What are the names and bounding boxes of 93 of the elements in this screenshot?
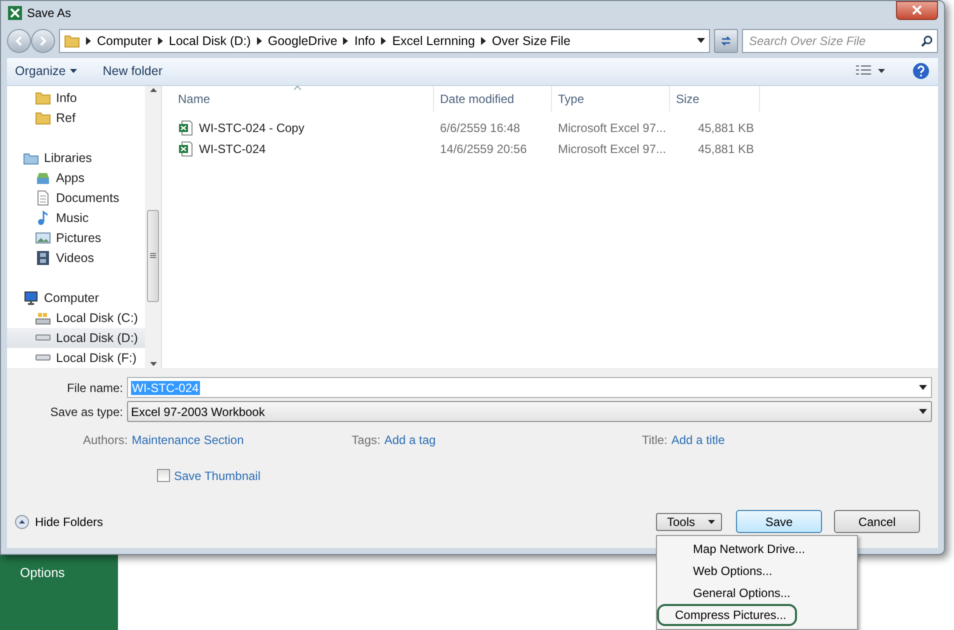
file-name: WI-STC-024 [172, 141, 434, 158]
search-icon [921, 34, 933, 47]
field-label: Authors: [83, 432, 128, 447]
save-button[interactable]: Save [736, 510, 822, 534]
back-button[interactable] [7, 28, 31, 53]
dropdown-arrow-icon [919, 385, 927, 390]
document-icon [35, 190, 51, 206]
grip-icon [150, 253, 156, 258]
spreadsheet-file-icon [178, 120, 194, 136]
field-label: File name: [66, 380, 124, 395]
forward-button[interactable] [31, 28, 55, 53]
nav-item[interactable]: Info [7, 88, 145, 108]
nav-item[interactable]: Libraries [7, 148, 145, 168]
tools-button[interactable]: Tools [656, 512, 722, 531]
nav-item[interactable]: Local Disk (D:) [7, 328, 145, 348]
metadata-link[interactable]: Add a tag [384, 432, 436, 447]
address-bar[interactable]: Computer Local Disk (D:) GoogleDrive Info Excel Lernning Over Size File [59, 28, 710, 53]
drive-icon [35, 334, 51, 342]
help-icon[interactable] [912, 62, 930, 80]
table-cell-text: 45,881 KB [696, 121, 755, 136]
dropdown-arrow-icon [919, 409, 927, 414]
column-header[interactable]: Name [172, 86, 434, 112]
caret-icon [708, 520, 715, 524]
nav-item[interactable]: Documents [7, 188, 145, 208]
nav-item[interactable]: Local Disk (C:) [7, 308, 145, 328]
folder-icon [35, 110, 51, 126]
drive-icon [35, 354, 51, 362]
folder-icon [35, 90, 51, 106]
nav-item[interactable]: Computer [7, 288, 145, 308]
table-cell-text: Microsoft Excel 97... [557, 142, 668, 156]
column-header[interactable]: Size [670, 86, 760, 112]
refresh-button[interactable] [714, 28, 738, 53]
table-cell-text: 45,881 KB [696, 142, 755, 156]
column-header[interactable]: Type [552, 86, 670, 112]
chevron-right-icon [343, 36, 348, 45]
spreadsheet-app-icon [7, 4, 23, 21]
breadcrumb-item[interactable]: GoogleDrive [268, 34, 338, 48]
breadcrumb-item[interactable]: Computer [97, 34, 152, 48]
computer-icon [23, 290, 39, 306]
breadcrumb-item[interactable]: Excel Lernning [392, 34, 475, 48]
metadata-link[interactable]: Add a title [671, 432, 725, 447]
refresh-icon [719, 34, 733, 48]
file-row[interactable]: WI-STC-024 - Copy 6/6/2559 16:48 Microsoft Excel 97... 45,881 KB [162, 118, 938, 139]
folder-icon [64, 32, 80, 49]
breadcrumb-item[interactable]: Local Disk (D:) [168, 34, 251, 48]
field-label: Save as type: [49, 404, 124, 419]
menu-item[interactable]: General Options... [673, 582, 841, 604]
view-options-icon[interactable] [856, 65, 886, 78]
close-button[interactable] [896, 0, 938, 20]
nav-item[interactable]: Pictures [7, 228, 145, 248]
file-type-dropdown[interactable]: Excel 97-2003 Workbook [127, 401, 932, 422]
chevron-right-icon [480, 36, 486, 45]
chevron-right-icon [86, 36, 91, 45]
dropdown-arrow-icon[interactable] [697, 38, 705, 44]
menu-item[interactable]: Compress Pictures... [657, 604, 797, 626]
checkbox[interactable] [157, 469, 170, 482]
new-folder-button[interactable]: New folder [102, 64, 162, 78]
breadcrumb-item[interactable]: Info [354, 34, 376, 48]
menu-item[interactable]: Map Network Drive... [673, 538, 841, 560]
column-header[interactable]: Date modified [434, 86, 552, 112]
table-cell-text: Microsoft Excel 97... [557, 121, 668, 136]
music-note-icon [35, 210, 51, 226]
chevron-right-icon [256, 36, 262, 45]
nav-item[interactable]: Ref [7, 108, 145, 128]
backstage-menu-item[interactable]: Options [20, 565, 118, 580]
picture-icon [35, 230, 51, 246]
field-label: Tags: [352, 432, 380, 447]
search-field[interactable]: Search Over Size File [742, 28, 938, 53]
film-icon [35, 250, 51, 266]
metadata-link[interactable]: Maintenance Section [132, 432, 244, 447]
file-name: WI-STC-024 - Copy [172, 120, 434, 136]
hide-folders-button[interactable]: Hide Folders [15, 514, 104, 529]
close-icon [912, 5, 922, 16]
window-title: Save As [27, 6, 72, 20]
field-label: Title: [642, 432, 668, 447]
chevron-right-icon [381, 36, 386, 45]
menu-item[interactable]: Web Options... [673, 560, 841, 582]
nav-item[interactable]: Music [7, 208, 145, 228]
caret-icon [70, 69, 77, 74]
nav-item[interactable]: Local Disk (F:) [7, 348, 145, 368]
nav-item[interactable]: Videos [7, 248, 145, 268]
cancel-button[interactable]: Cancel [834, 510, 920, 534]
organize-button[interactable]: Organize [15, 64, 77, 78]
scrollbar[interactable] [145, 86, 161, 368]
file-row[interactable]: WI-STC-024 14/6/2559 20:56 Microsoft Excel 97... 45,881 KB [162, 138, 938, 160]
chevron-right-icon [158, 36, 163, 45]
table-cell-text: 6/6/2559 16:48 [439, 121, 522, 136]
table-cell-text: 14/6/2559 20:56 [439, 142, 528, 156]
checkbox-label[interactable]: Save Thumbnail [174, 468, 260, 483]
collapse-icon [15, 514, 29, 529]
nav-item[interactable]: Apps [7, 168, 145, 188]
breadcrumb-item[interactable]: Over Size File [492, 34, 570, 48]
spreadsheet-file-icon [178, 141, 194, 158]
